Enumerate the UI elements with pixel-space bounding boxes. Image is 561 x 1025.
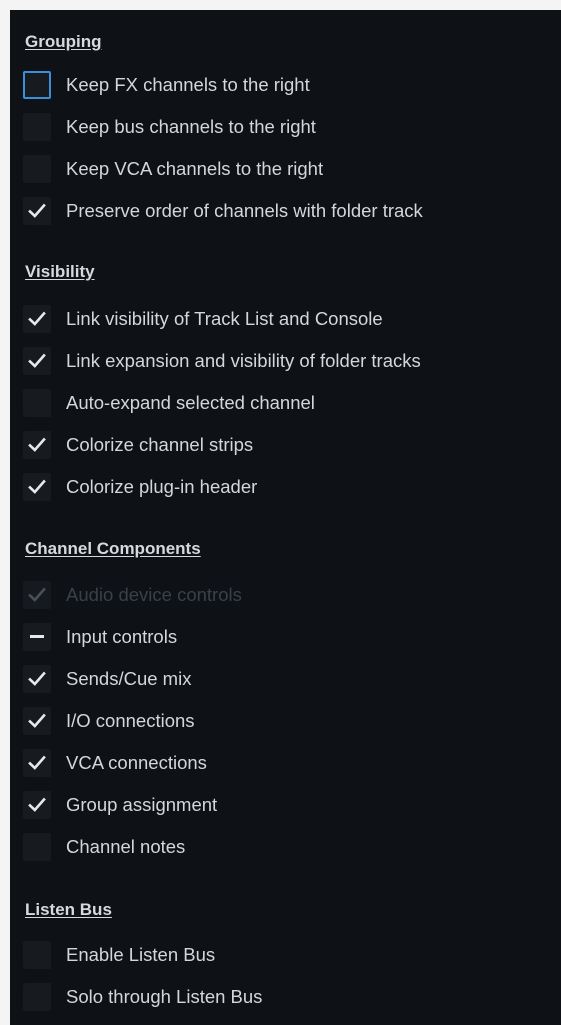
checkbox-box[interactable] (23, 431, 51, 459)
checkbox-box[interactable] (23, 665, 51, 693)
keep-fx-channels-right-checkbox[interactable]: Keep FX channels to the right (23, 69, 548, 101)
checkmark-icon (28, 437, 46, 452)
listen-bus-section-title: Listen Bus (25, 900, 112, 919)
checkbox-box[interactable] (23, 71, 51, 99)
checkbox-box[interactable] (23, 347, 51, 375)
checkmark-icon (28, 311, 46, 326)
checkbox-label: Channel notes (66, 836, 186, 857)
keep-bus-channels-right-checkbox[interactable]: Keep bus channels to the right (23, 111, 548, 143)
vca-connections-checkbox[interactable]: VCA connections (23, 747, 548, 779)
sends-cue-mix-checkbox[interactable]: Sends/Cue mix (23, 663, 548, 695)
checkbox-label: Keep bus channels to the right (66, 116, 316, 137)
checkbox-box[interactable] (23, 707, 51, 735)
solo-through-listen-bus-checkbox[interactable]: Solo through Listen Bus (23, 981, 548, 1013)
checkbox-label: Link visibility of Track List and Consol… (66, 308, 383, 329)
channel-components-section-title: Channel Components (25, 539, 201, 558)
group-assignment-checkbox[interactable]: Group assignment (23, 789, 548, 821)
checkbox-box[interactable] (23, 473, 51, 501)
checkbox-label: Colorize plug-in header (66, 476, 258, 497)
input-controls-checkbox[interactable]: Input controls (23, 621, 548, 653)
visibility-section-title: Visibility (25, 262, 95, 281)
checkbox-label: Sends/Cue mix (66, 668, 192, 689)
checkmark-icon (28, 203, 46, 218)
checkbox-box[interactable] (23, 791, 51, 819)
checkmark-icon (28, 671, 46, 686)
checkbox-label: Enable Listen Bus (66, 944, 216, 965)
link-visibility-tracklist-console-checkbox[interactable]: Link visibility of Track List and Consol… (23, 303, 548, 335)
colorize-channel-strips-checkbox[interactable]: Colorize channel strips (23, 429, 548, 461)
enable-listen-bus-checkbox[interactable]: Enable Listen Bus (23, 939, 548, 971)
indeterminate-dash-icon (30, 635, 44, 638)
checkbox-label: Link expansion and visibility of folder … (66, 350, 421, 371)
auto-expand-selected-channel-checkbox[interactable]: Auto-expand selected channel (23, 387, 548, 419)
checkmark-icon (28, 797, 46, 812)
channel-notes-checkbox[interactable]: Channel notes (23, 831, 548, 863)
checkmark-icon (28, 353, 46, 368)
checkbox-box[interactable] (23, 941, 51, 969)
checkbox-box[interactable] (23, 305, 51, 333)
checkmark-icon (28, 587, 46, 602)
checkmark-icon (28, 479, 46, 494)
checkbox-label: Group assignment (66, 794, 218, 815)
checkbox-label: Solo through Listen Bus (66, 986, 263, 1007)
audio-device-controls-checkbox: Audio device controls (23, 579, 548, 611)
grouping-section-title: Grouping (25, 32, 102, 51)
checkbox-label: VCA connections (66, 752, 207, 773)
checkbox-box[interactable] (23, 833, 51, 861)
checkbox-box[interactable] (23, 113, 51, 141)
io-connections-checkbox[interactable]: I/O connections (23, 705, 548, 737)
checkbox-box[interactable] (23, 389, 51, 417)
checkbox-box (23, 581, 51, 609)
checkbox-label: Preserve order of channels with folder t… (66, 200, 423, 221)
checkbox-box[interactable] (23, 749, 51, 777)
checkbox-label: Input controls (66, 626, 178, 647)
checkbox-label: Keep VCA channels to the right (66, 158, 324, 179)
checkbox-label: Colorize channel strips (66, 434, 254, 455)
checkbox-box[interactable] (23, 197, 51, 225)
checkmark-icon (28, 713, 46, 728)
checkbox-label: Audio device controls (66, 584, 242, 605)
checkbox-label: Auto-expand selected channel (66, 392, 315, 413)
preserve-channel-order-folder-checkbox[interactable]: Preserve order of channels with folder t… (23, 195, 548, 227)
checkbox-box[interactable] (23, 155, 51, 183)
colorize-plugin-header-checkbox[interactable]: Colorize plug-in header (23, 471, 548, 503)
checkbox-box[interactable] (23, 983, 51, 1011)
keep-vca-channels-right-checkbox[interactable]: Keep VCA channels to the right (23, 153, 548, 185)
console-settings-panel: Grouping Keep FX channels to the right K… (10, 10, 561, 1025)
checkbox-box[interactable] (23, 623, 51, 651)
checkmark-icon (28, 755, 46, 770)
checkbox-label: Keep FX channels to the right (66, 74, 310, 95)
link-expansion-folder-tracks-checkbox[interactable]: Link expansion and visibility of folder … (23, 345, 548, 377)
checkbox-label: I/O connections (66, 710, 195, 731)
